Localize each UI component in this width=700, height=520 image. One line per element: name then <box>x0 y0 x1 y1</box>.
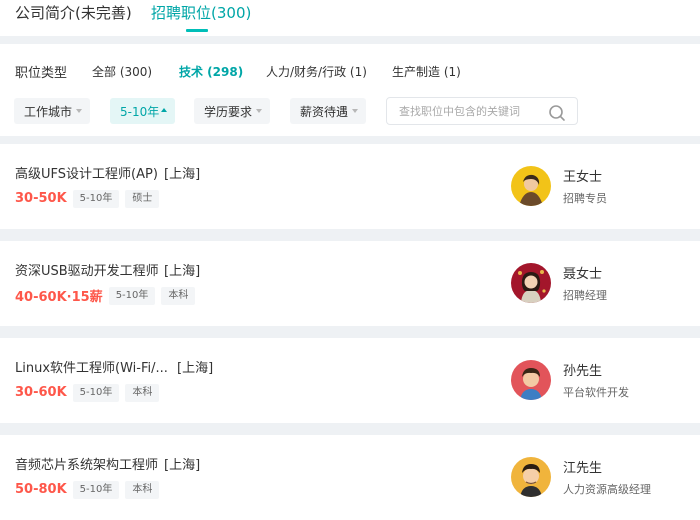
experience-tag: 5-10年 <box>108 286 156 305</box>
job-title[interactable]: 资深USB驱动开发工程师 <box>15 260 159 279</box>
job-meta: 50-80K 5-10年 本科 <box>15 479 165 499</box>
tab-company-intro[interactable]: 公司简介(未完善) <box>15 2 132 23</box>
recruiter-title: 招聘专员 <box>563 192 607 205</box>
job-card[interactable]: 音频芯片系统架构工程师 [上海] 50-80K 5-10年 本科 江先生 人力资源高… <box>0 435 700 520</box>
tab-jobs[interactable]: 招聘职位(300) <box>151 2 251 23</box>
education-tag: 硕士 <box>125 189 160 208</box>
job-city: [上海] <box>164 458 201 473</box>
job-meta: 40-60K·15薪 5-10年 本科 <box>15 285 201 305</box>
experience-dropdown[interactable]: 5-10年 <box>110 98 175 124</box>
job-meta: 30-60K 5-10年 本科 <box>15 382 165 402</box>
salary: 50-80K <box>15 482 67 497</box>
education-tag: 本科 <box>125 383 160 402</box>
recruiter-title: 人力资源高级经理 <box>563 483 651 496</box>
job-city: [上海] <box>164 264 201 279</box>
search-icon[interactable] <box>548 104 566 122</box>
job-city: [上海] <box>177 361 214 376</box>
category-tech[interactable]: 技术 (298) <box>179 63 243 80</box>
recruiter-name: 江先生 <box>563 461 603 476</box>
category-title: 职位类型 <box>15 66 68 81</box>
job-city: [上海] <box>164 167 201 182</box>
city-dropdown[interactable]: 工作城市 <box>14 98 90 124</box>
job-title[interactable]: 高级UFS设计工程师(AP) <box>15 163 158 182</box>
salary-dropdown-label: 薪资待遇 <box>300 105 349 119</box>
experience-tag: 5-10年 <box>72 480 120 499</box>
city-dropdown-label: 工作城市 <box>24 105 73 119</box>
category-all[interactable]: 全部 (300) <box>92 63 152 80</box>
recruiter-name: 孙先生 <box>563 364 603 379</box>
salary: 30-60K <box>15 385 67 400</box>
education-dropdown[interactable]: 学历要求 <box>194 98 270 124</box>
keyword-search-box <box>386 97 578 125</box>
job-title[interactable]: 音频芯片系统架构工程师 <box>15 454 158 473</box>
job-card[interactable]: Linux软件工程师(Wi-Fi/... [上海] 30-60K 5-10年 本科 … <box>0 338 700 423</box>
category-hr-finance-admin[interactable]: 人力/财务/行政 (1) <box>266 63 367 80</box>
chevron-down-icon <box>256 109 262 113</box>
category-manufacturing[interactable]: 生产制造 (1) <box>392 63 461 80</box>
education-dropdown-label: 学历要求 <box>204 105 253 119</box>
experience-dropdown-label: 5-10年 <box>120 105 160 119</box>
top-tab-bar: 公司简介(未完善) 招聘职位(300) <box>0 0 700 36</box>
avatar[interactable] <box>511 166 551 206</box>
experience-tag: 5-10年 <box>72 383 120 402</box>
education-tag: 本科 <box>161 286 196 305</box>
job-meta: 30-50K 5-10年 硕士 <box>15 188 165 208</box>
avatar[interactable] <box>511 360 551 400</box>
filter-panel: 职位类型 全部 (300) 技术 (298) 人力/财务/行政 (1) 生产制造… <box>0 44 700 136</box>
job-card[interactable]: 高级UFS设计工程师(AP) [上海] 30-50K 5-10年 硕士 王女士 招聘… <box>0 144 700 229</box>
recruiter-name: 聂女士 <box>563 267 603 282</box>
recruiter-title: 平台软件开发 <box>563 386 629 399</box>
avatar[interactable] <box>511 457 551 497</box>
chevron-down-icon <box>76 109 82 113</box>
avatar[interactable] <box>511 263 551 303</box>
experience-tag: 5-10年 <box>72 189 120 208</box>
job-card[interactable]: 资深USB驱动开发工程师 [上海] 40-60K·15薪 5-10年 本科 聂女士 … <box>0 241 700 326</box>
job-title[interactable]: Linux软件工程师(Wi-Fi/... <box>15 357 168 376</box>
salary-dropdown[interactable]: 薪资待遇 <box>290 98 366 124</box>
salary: 30-50K <box>15 191 67 206</box>
recruiter-name: 王女士 <box>563 170 603 185</box>
chevron-down-icon <box>352 109 358 113</box>
salary: 40-60K·15薪 <box>15 290 103 305</box>
chevron-up-icon <box>161 108 167 112</box>
education-tag: 本科 <box>125 480 160 499</box>
recruiter-title: 招聘经理 <box>563 289 607 302</box>
search-input[interactable] <box>399 103 539 119</box>
active-tab-indicator <box>186 29 208 32</box>
job-category-row: 职位类型 全部 (300) 技术 (298) 人力/财务/行政 (1) 生产制造… <box>0 62 700 81</box>
